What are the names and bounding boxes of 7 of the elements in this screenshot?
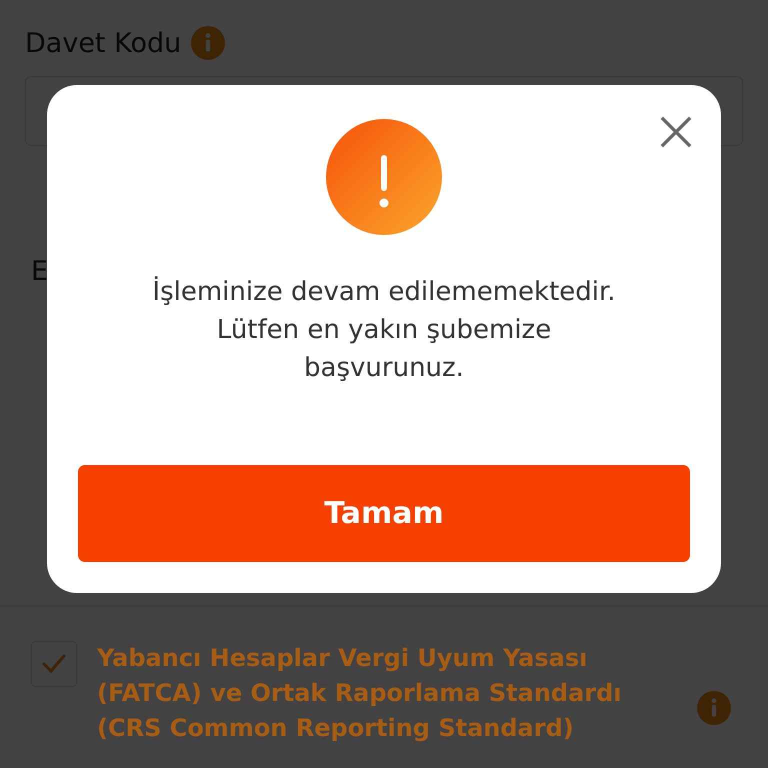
close-icon[interactable] [659,115,693,149]
consent-text: Yabancı Hesaplar Vergi Uyum Yasası (FATCA) ve Ortak Raporlama Standardı (CRS Common Reporting Standard) [97,643,623,744]
field-label: Davet Kodu [25,28,182,58]
warning-icon [326,119,442,235]
ok-button[interactable]: Tamam [78,465,690,562]
section-title: E [31,256,50,287]
dialog-message: İşleminize devam edilememektedir. Lütfen en yakın şubemize başvurunuz. [151,275,617,385]
